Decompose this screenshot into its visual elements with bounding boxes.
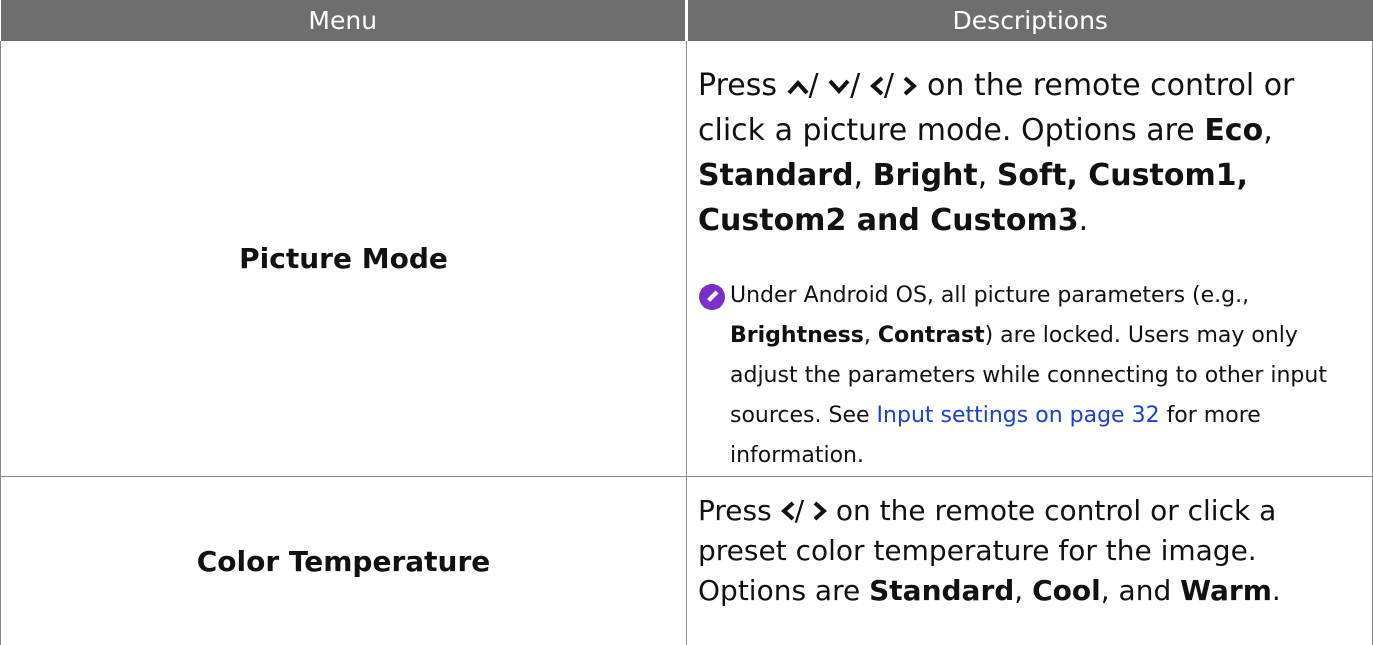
table-row: Picture Mode Press / / / on the remote c… — [1, 41, 1373, 477]
option-bright: Bright — [873, 158, 978, 193]
input-settings-link[interactable]: Input settings on page 32 — [877, 403, 1160, 428]
note-block: Under Android OS, all picture parameters… — [698, 276, 1342, 476]
option-standard: Standard — [869, 574, 1014, 607]
option-cool: Cool — [1032, 574, 1101, 607]
menu-cell-color-temperature: Color Temperature — [1, 477, 687, 645]
note-text: Under Android OS, all picture parameters… — [726, 276, 1342, 476]
menu-description-table: Menu Descriptions Picture Mode Press / /… — [0, 0, 1373, 645]
picture-mode-description: Press / / / on the remote control or cli… — [698, 63, 1332, 243]
left-arrow-icon — [870, 76, 884, 96]
left-arrow-icon — [781, 501, 795, 521]
pencil-note-icon — [698, 283, 726, 311]
table-header-row: Menu Descriptions — [1, 0, 1373, 41]
right-arrow-icon — [903, 76, 917, 96]
color-temperature-description: Press / on the remote control or click a… — [698, 491, 1332, 611]
option-warm: Warm — [1180, 574, 1272, 607]
option-eco: Eco — [1204, 113, 1263, 148]
descriptions-column-header: Descriptions — [687, 0, 1373, 41]
table-row: Color Temperature Press / on the remote … — [1, 477, 1373, 645]
down-arrow-icon — [828, 78, 850, 96]
menu-cell-picture-mode: Picture Mode — [1, 41, 687, 477]
description-cell: Press / on the remote control or click a… — [687, 477, 1373, 645]
option-soft-custom1: Soft, Custom1, — [997, 158, 1248, 193]
menu-column-header: Menu — [1, 0, 687, 41]
description-cell: Press / / / on the remote control or cli… — [687, 41, 1373, 477]
right-arrow-icon — [813, 501, 827, 521]
up-arrow-icon — [787, 78, 809, 96]
option-standard: Standard — [698, 158, 854, 193]
option-custom2-custom3: Custom2 and Custom3 — [698, 203, 1079, 238]
